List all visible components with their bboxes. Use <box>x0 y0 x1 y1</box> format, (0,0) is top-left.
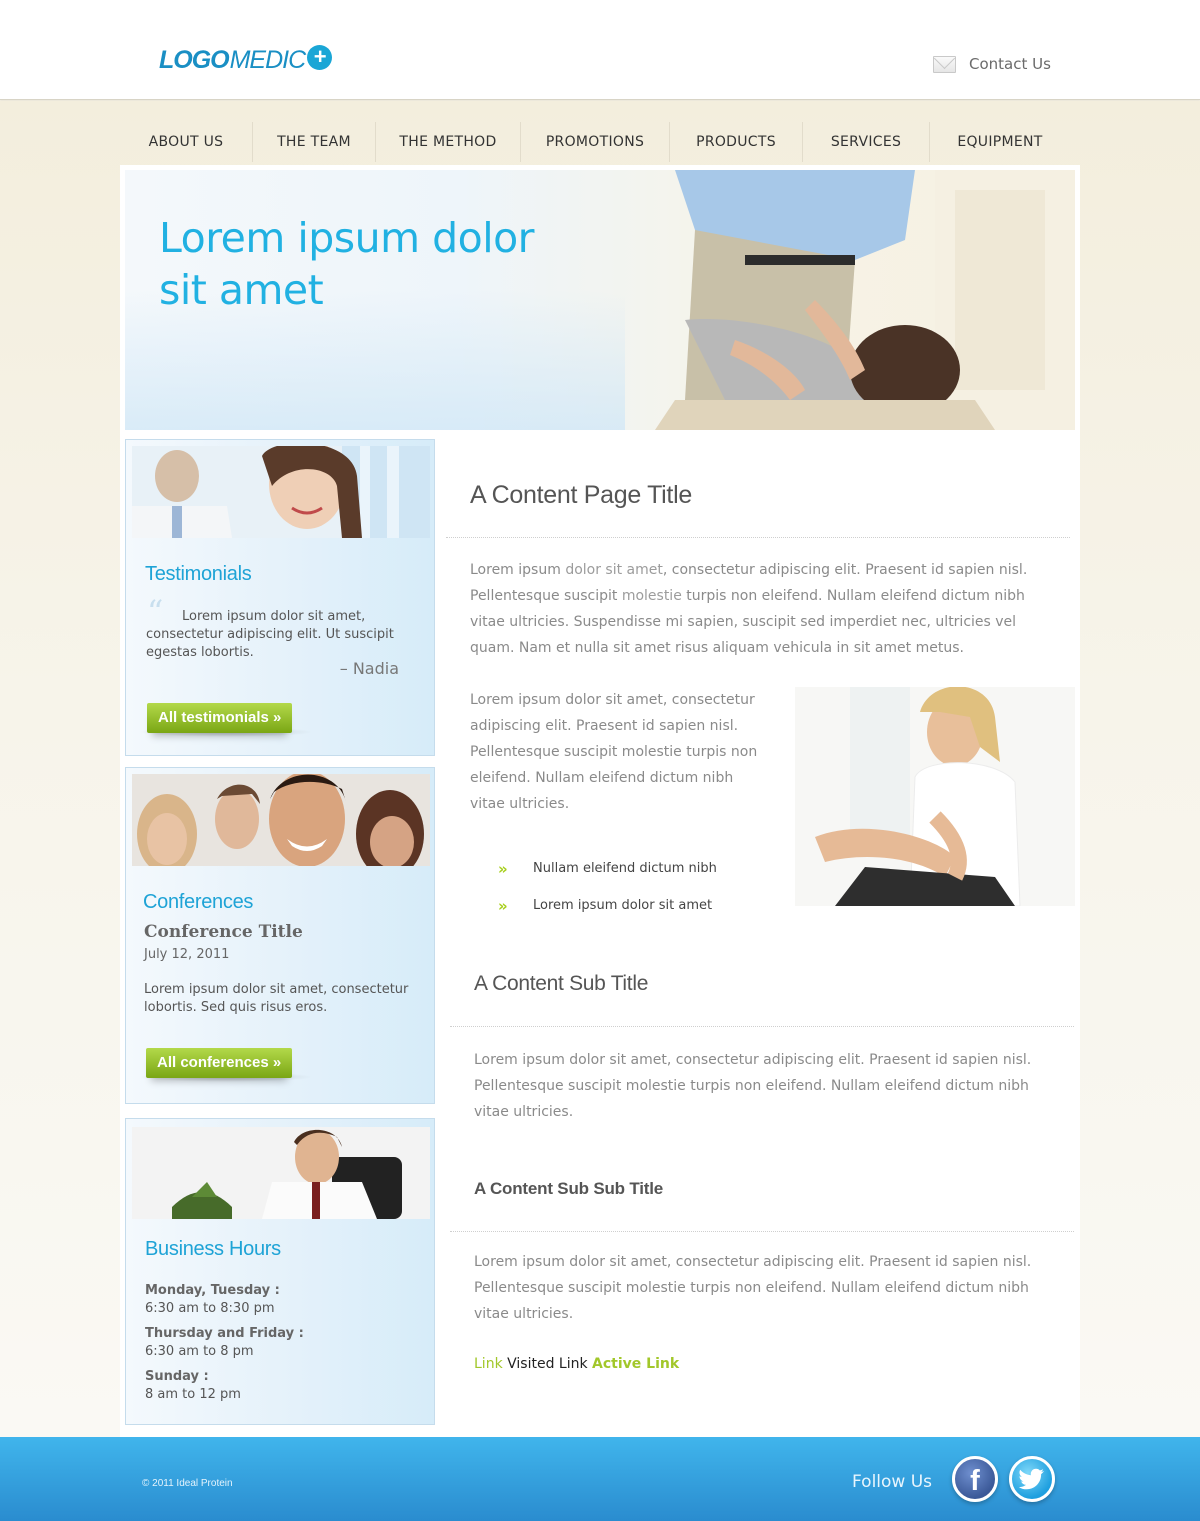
nav-item-the-method[interactable]: THE METHOD <box>376 122 521 162</box>
contact-us-link[interactable]: Contact Us <box>933 55 1051 73</box>
business-hours-list: Monday, Tuesday : 6:30 am to 8:30 pm Thu… <box>145 1282 304 1411</box>
conference-item-text: Lorem ipsum dolor sit amet, consectetur … <box>144 982 409 1015</box>
conference-item-title[interactable]: Conference Title <box>144 922 303 942</box>
bullet-list: » Nullam eleifend dictum nibh » Lorem ip… <box>498 850 717 924</box>
nav-item-products[interactable]: PRODUCTS <box>670 122 803 162</box>
double-chevron-right-icon: » <box>498 896 508 915</box>
twitter-icon[interactable] <box>1009 1456 1055 1502</box>
nav-item-promotions[interactable]: PROMOTIONS <box>521 122 670 162</box>
business-hours-photo <box>132 1127 430 1219</box>
testimonials-photo <box>132 446 430 538</box>
divider <box>450 1026 1074 1027</box>
conference-item-date: July 12, 2011 <box>144 947 230 962</box>
link-sample[interactable]: Link <box>474 1356 503 1372</box>
link-samples: Link Visited Link Active Link <box>474 1356 679 1372</box>
nav-item-about-us[interactable]: ABOUT US <box>120 122 253 162</box>
list-item-label: Lorem ipsum dolor sit amet <box>533 898 713 913</box>
therapy-photo <box>795 687 1075 906</box>
all-conferences-button[interactable]: All conferences » <box>146 1048 293 1078</box>
logo-text-logo: LOGO <box>159 45 230 74</box>
intro-paragraph: Lorem ipsum dolor sit amet, consectetur … <box>470 557 1045 661</box>
divider <box>450 1231 1074 1232</box>
page-title: A Content Page Title <box>470 481 692 509</box>
testimonial-author: – Nadia <box>339 659 399 678</box>
content-sub-title: A Content Sub Title <box>474 972 649 995</box>
sub-sub-paragraph: Lorem ipsum dolor sit amet, consectetur … <box>474 1254 1032 1322</box>
divider <box>446 537 1070 538</box>
contact-us-label: Contact Us <box>969 55 1051 73</box>
all-testimonials-button[interactable]: All testimonials » <box>147 703 293 733</box>
sub-paragraph: Lorem ipsum dolor sit amet, consectetur … <box>474 1052 1032 1120</box>
logo-plus-icon: + <box>307 44 333 70</box>
side-paragraph: Lorem ipsum dolor sit amet, consectetur … <box>470 692 758 812</box>
conferences-photo <box>132 774 430 866</box>
follow-us-label: Follow Us <box>852 1472 933 1492</box>
hours-label: Thursday and Friday : <box>145 1326 304 1341</box>
active-link-sample[interactable]: Active Link <box>592 1356 679 1372</box>
main-nav: ABOUT US THE TEAM THE METHOD PROMOTIONS … <box>120 122 1070 162</box>
hero-title: Lorem ipsum dolor sit amet <box>159 214 535 314</box>
twitter-bird-glyph <box>1019 1468 1044 1490</box>
conferences-title: Conferences <box>143 891 254 913</box>
testimonial-quote: Lorem ipsum dolor sit amet, consectetur … <box>146 608 406 662</box>
double-chevron-right-icon: » <box>498 859 508 878</box>
site-logo[interactable]: LOGO MEDIC + <box>159 44 333 76</box>
intro-text-muted: molestie <box>621 588 682 604</box>
intro-text-muted: dolor sit amet <box>565 562 663 578</box>
intro-text: Lorem ipsum <box>470 562 566 578</box>
visited-link-sample[interactable]: Visited Link <box>507 1356 587 1372</box>
site-footer: © 2011 Ideal Protein Follow Us f <box>0 1437 1200 1521</box>
conferences-box: Conferences Conference Title July 12, 20… <box>125 767 435 1104</box>
list-item: » Lorem ipsum dolor sit amet <box>498 887 717 924</box>
list-item: » Nullam eleifend dictum nibh <box>498 850 717 887</box>
mail-icon <box>933 55 956 73</box>
facebook-glyph: f <box>970 1464 980 1497</box>
list-item-label: Nullam eleifend dictum nibh <box>533 861 717 876</box>
hero-massage-photo <box>655 170 1075 430</box>
nav-item-services[interactable]: SERVICES <box>803 122 930 162</box>
copyright-text: © 2011 Ideal Protein <box>142 1478 233 1489</box>
hours-value: 8 am to 12 pm <box>145 1387 241 1402</box>
facebook-icon[interactable]: f <box>952 1456 998 1502</box>
hero-banner: Lorem ipsum dolor sit amet <box>125 170 1075 430</box>
testimonial-quote-text: Lorem ipsum dolor sit amet, consectetur … <box>146 609 394 660</box>
site-header: LOGO MEDIC + Contact Us <box>0 0 1200 100</box>
testimonials-title: Testimonials <box>145 563 252 585</box>
hours-value: 6:30 am to 8 pm <box>145 1344 254 1359</box>
hours-label: Monday, Tuesday : <box>145 1283 280 1298</box>
content-sub-sub-title: A Content Sub Sub Title <box>474 1179 663 1198</box>
business-hours-title: Business Hours <box>145 1238 281 1260</box>
testimonials-box: Testimonials “ Lorem ipsum dolor sit ame… <box>125 439 435 756</box>
nav-item-equipment[interactable]: EQUIPMENT <box>930 122 1070 162</box>
hours-label: Sunday : <box>145 1369 209 1384</box>
logo-text-medic: MEDIC <box>229 45 307 74</box>
business-hours-box: Business Hours Monday, Tuesday : 6:30 am… <box>125 1118 435 1425</box>
nav-item-the-team[interactable]: THE TEAM <box>253 122 376 162</box>
hours-value: 6:30 am to 8:30 pm <box>145 1301 275 1316</box>
